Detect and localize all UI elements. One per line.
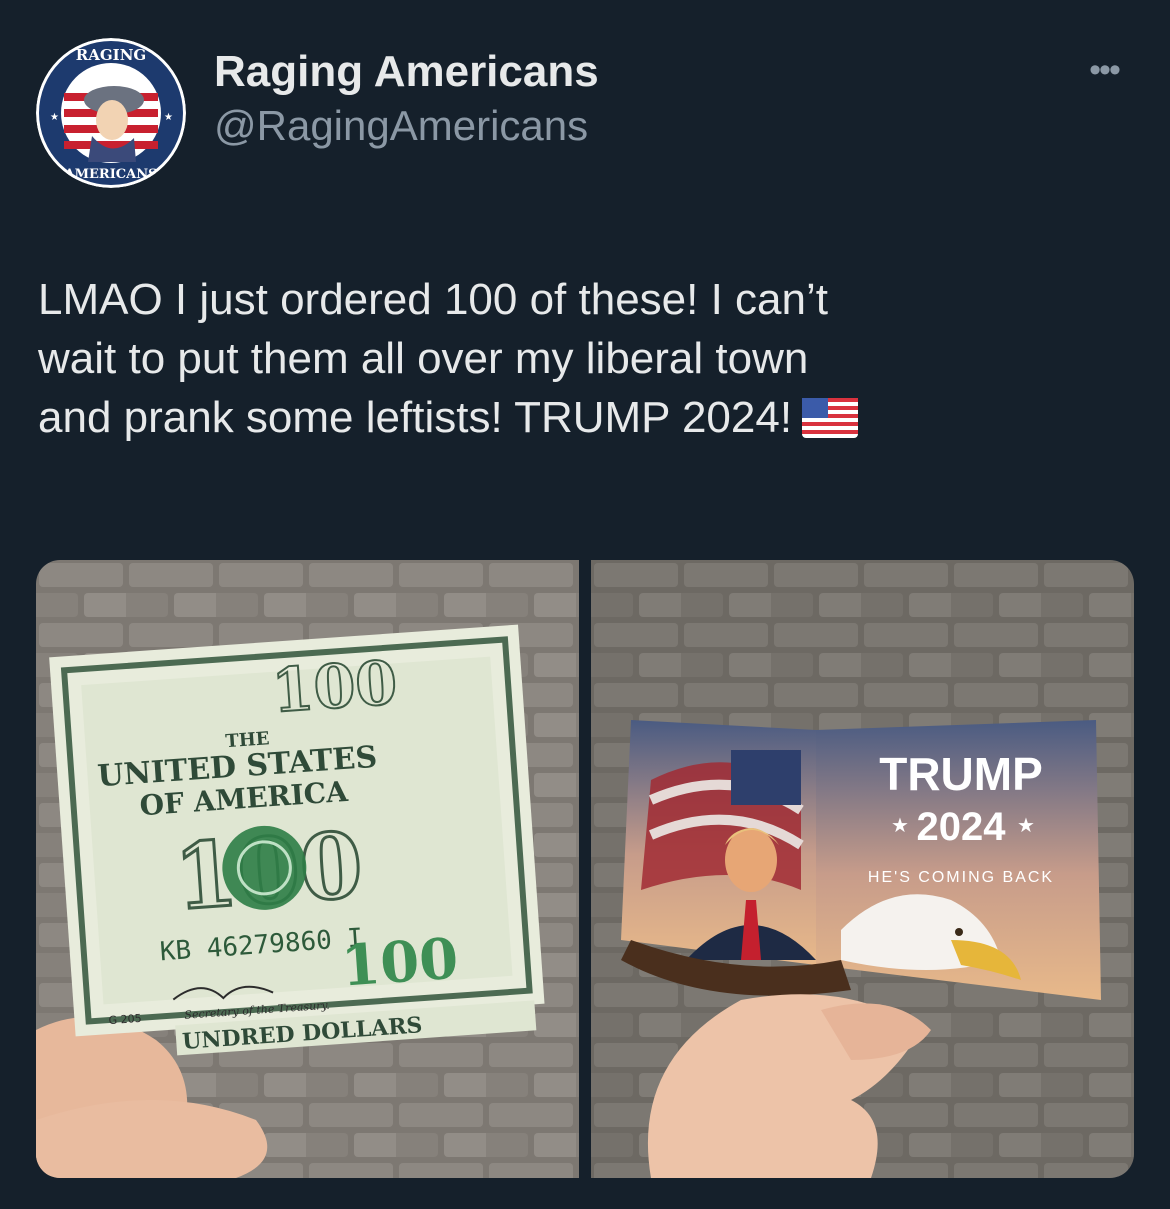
tweet-body: LMAO I just ordered 100 of these! I can’… [38, 275, 828, 442]
bill-green-100: 100 [339, 926, 460, 1000]
media-grid: 100 THE UNITED STATES OF AMERICA 100 KB … [36, 560, 1134, 1178]
star-icon: ★ [891, 815, 909, 837]
avatar-text-top: RAGING [76, 46, 146, 64]
card-year: 2024 [917, 805, 1007, 849]
svg-text:★: ★ [164, 112, 173, 123]
star-icon: ★ [1017, 815, 1035, 837]
trump-card-photo: TRUMP ★ 2024 ★ HE'S COMING BACK [591, 560, 1134, 1178]
svg-text:★: ★ [50, 112, 59, 123]
user-handle[interactable]: @RagingAmericans [214, 100, 599, 152]
author-info[interactable]: Raging Americans @RagingAmericans [214, 46, 599, 152]
avatar[interactable]: RAGING AMERICANS ★ ★ [36, 38, 186, 188]
display-name[interactable]: Raging Americans [214, 46, 599, 98]
tweet-text: LMAO I just ordered 100 of these! I can’… [38, 270, 1138, 453]
more-horizontal-icon: ••• [1089, 51, 1121, 89]
hundred-dollar-bill-photo: 100 THE UNITED STATES OF AMERICA 100 KB … [36, 560, 579, 1178]
bill-big-100: 100 [270, 648, 400, 727]
media-photo-trump-card[interactable]: TRUMP ★ 2024 ★ HE'S COMING BACK [591, 560, 1134, 1178]
media-photo-hundred-dollar-bill[interactable]: 100 THE UNITED STATES OF AMERICA 100 KB … [36, 560, 579, 1178]
us-flag-emoji [802, 394, 859, 453]
avatar-text-bottom: AMERICANS [64, 167, 158, 182]
more-options-button[interactable]: ••• [1078, 52, 1130, 88]
card-title: TRUMP [879, 748, 1043, 800]
card-tagline: HE'S COMING BACK [868, 869, 1054, 886]
raging-americans-logo-icon: RAGING AMERICANS ★ ★ [36, 38, 186, 188]
bill-plate: G 205 [108, 1012, 142, 1027]
